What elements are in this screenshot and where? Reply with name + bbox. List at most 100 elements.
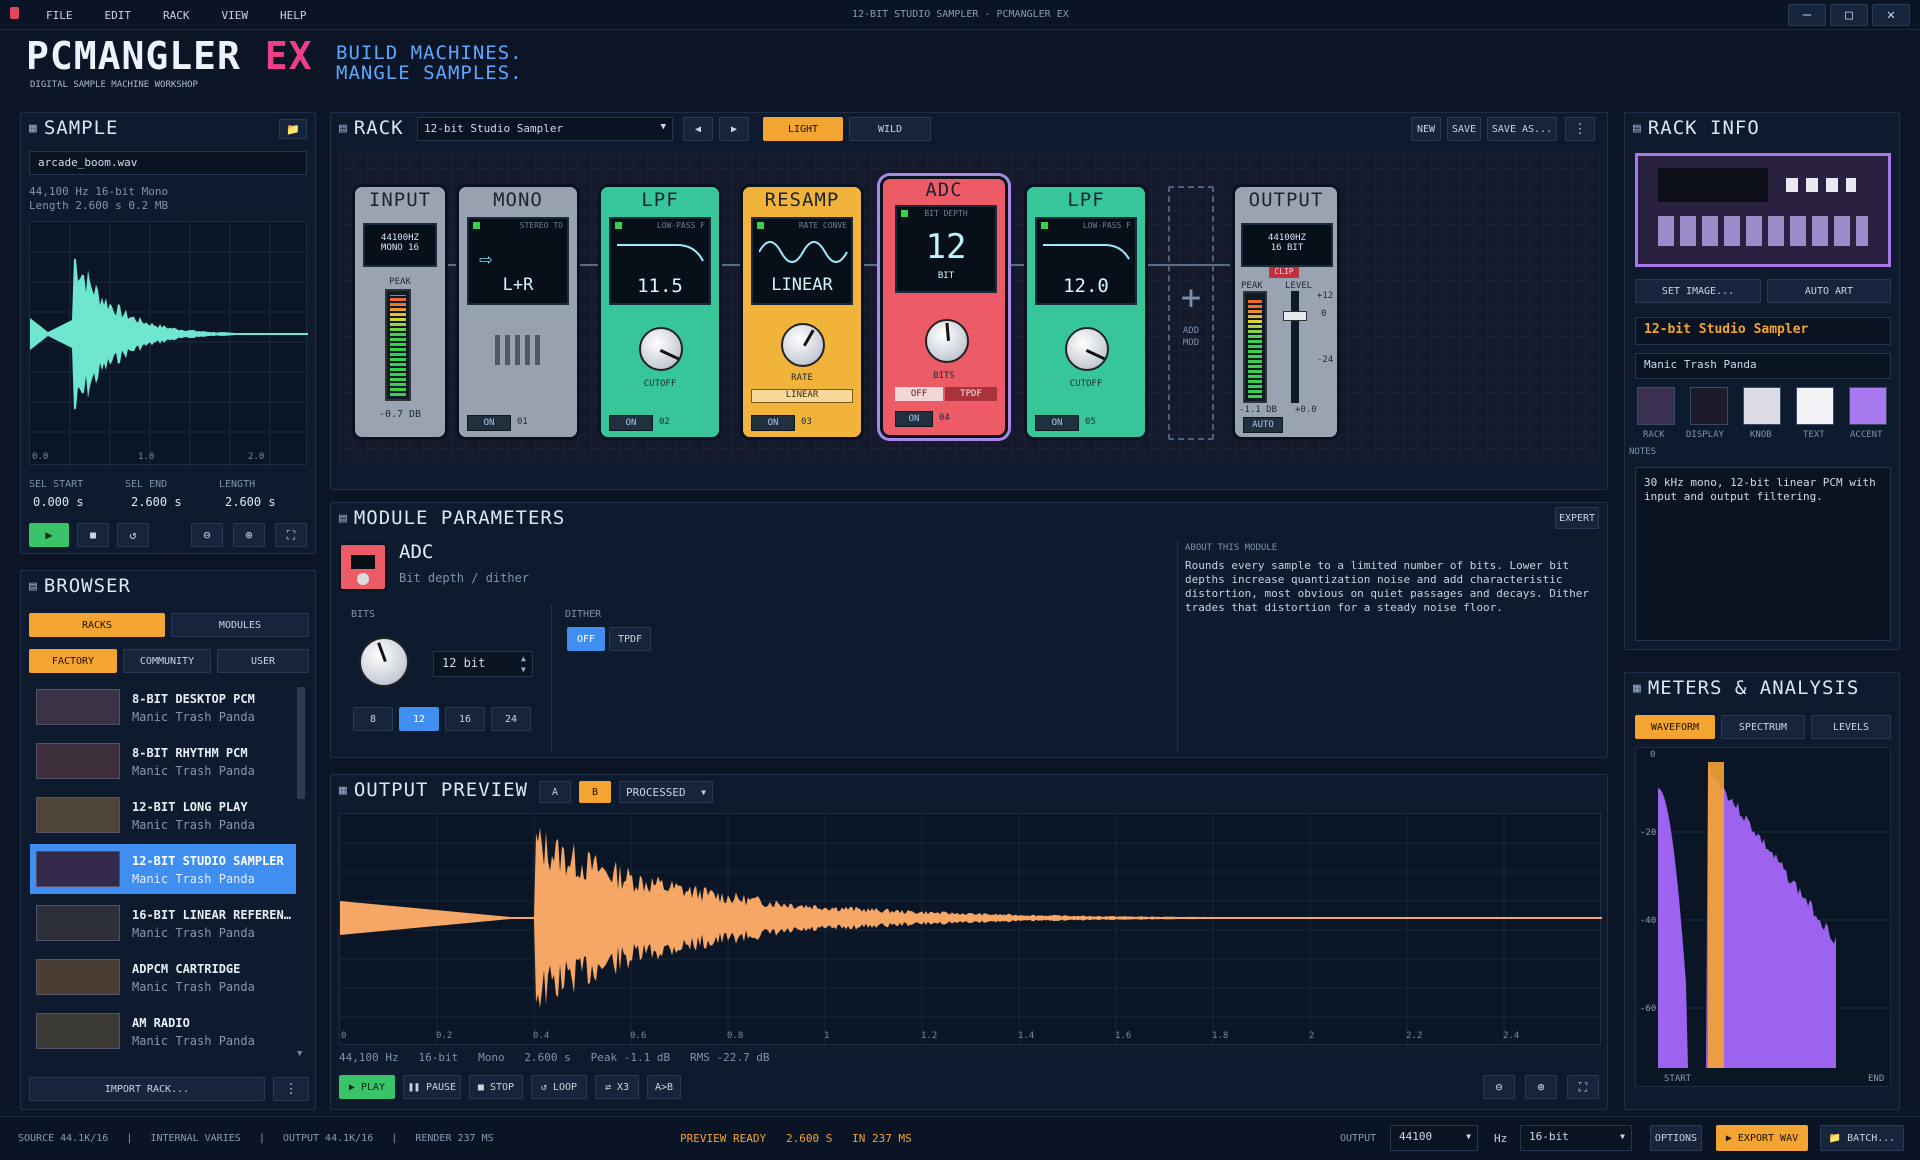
maximize-button[interactable]: □ (1830, 4, 1868, 26)
open-folder-button[interactable]: 📁 (279, 119, 307, 139)
lpf1-cutoff-knob[interactable] (639, 327, 683, 371)
sample-loop-button[interactable]: ↺ (117, 523, 149, 547)
list-item[interactable]: ADPCM CARTRIDGE Manic Trash Panda (30, 952, 296, 1002)
close-button[interactable]: ✕ (1872, 4, 1910, 26)
preview-stop-button[interactable]: ■ STOP (469, 1075, 523, 1099)
output-auto-button[interactable]: AUTO (1243, 417, 1283, 433)
output-module[interactable]: OUTPUT 44100HZ 16 BIT CLIP PEAK LEVEL +12… (1232, 184, 1340, 440)
swatch-text[interactable] (1796, 387, 1834, 425)
rack-more-button[interactable]: ⋮ (1565, 117, 1595, 141)
sel-start-value[interactable]: 0.000 s (33, 495, 84, 509)
zoom-out-icon[interactable]: ⊖ (1483, 1075, 1515, 1099)
rack-art[interactable] (1635, 153, 1891, 267)
add-module-slot[interactable]: + ADD MOD (1168, 186, 1214, 440)
lpf-module-1[interactable]: LPF LOW-PASS F 11.5 CUTOFF ON 02 (598, 184, 722, 440)
filter-factory[interactable]: FACTORY (29, 649, 117, 673)
filter-community[interactable]: COMMUNITY (123, 649, 211, 673)
new-rack-button[interactable]: NEW (1411, 117, 1441, 141)
menu-file[interactable]: FILE (46, 9, 73, 22)
bits-knob[interactable] (359, 637, 409, 687)
light-mode-button[interactable]: LIGHT (763, 117, 843, 141)
dither-tpdf-button[interactable]: TPDF (609, 627, 651, 651)
options-button[interactable]: OPTIONS (1650, 1125, 1702, 1151)
resamp-module[interactable]: RESAMP RATE CONVE LINEAR RATE LINEAR ON … (740, 184, 864, 440)
bits-option-24[interactable]: 24 (491, 707, 531, 731)
zoom-in-icon[interactable]: ⊕ (1525, 1075, 1557, 1099)
sample-rate-select[interactable]: 44100 ▼ (1390, 1125, 1478, 1151)
list-item-selected[interactable]: 12-BIT STUDIO SAMPLER Manic Trash Panda (30, 844, 296, 894)
list-item[interactable]: 16-BIT LINEAR REFEREN… Manic Trash Panda (30, 898, 296, 948)
menu-help[interactable]: HELP (280, 9, 307, 22)
sample-waveform[interactable]: 0.0 1.0 2.0 (29, 221, 308, 466)
bits-option-12[interactable]: 12 (399, 707, 439, 731)
resamp-on-button[interactable]: ON (751, 415, 795, 431)
dither-off-button[interactable]: OFF (567, 627, 605, 651)
save-as-button[interactable]: SAVE AS... (1487, 117, 1557, 141)
batch-button[interactable]: 📁 BATCH... (1820, 1125, 1904, 1151)
rack-author-field[interactable]: Manic Trash Panda (1635, 353, 1891, 379)
tab-spectrum[interactable]: SPECTRUM (1721, 715, 1805, 739)
tab-levels[interactable]: LEVELS (1811, 715, 1891, 739)
swatch-knob[interactable] (1743, 387, 1781, 425)
scrollbar[interactable] (297, 687, 305, 799)
sel-end-value[interactable]: 2.600 s (131, 495, 182, 509)
lpf-module-2[interactable]: LPF LOW-PASS F 12.0 CUTOFF ON 05 (1024, 184, 1148, 440)
adc-bits-knob[interactable] (925, 319, 969, 363)
adc-on-button[interactable]: ON (895, 411, 933, 427)
mono-on-button[interactable]: ON (467, 415, 511, 431)
auto-art-button[interactable]: AUTO ART (1767, 279, 1891, 303)
sample-play-button[interactable]: ▶ (29, 523, 69, 547)
set-image-button[interactable]: SET IMAGE... (1635, 279, 1761, 303)
resamp-mode-select[interactable]: LINEAR (751, 389, 853, 403)
browser-more-button[interactable]: ⋮ (273, 1077, 309, 1101)
adc-module[interactable]: ADC BIT DEPTH 12 BIT BITS OFF TPDF ON 04 (880, 176, 1008, 438)
zoom-out-icon[interactable]: ⊖ (191, 523, 223, 547)
lpf1-on-button[interactable]: ON (609, 415, 653, 431)
preset-select[interactable]: 12-bit Studio Sampler ▼ (417, 117, 673, 141)
scroll-down-icon[interactable]: ▼ (297, 1049, 302, 1059)
menu-rack[interactable]: RACK (163, 9, 190, 22)
preview-mode-select[interactable]: PROCESSED ▼ (619, 781, 713, 803)
lpf2-on-button[interactable]: ON (1035, 415, 1079, 431)
zoom-in-icon[interactable]: ⊕ (233, 523, 265, 547)
tab-waveform[interactable]: WAVEFORM (1635, 715, 1715, 739)
fit-icon[interactable]: ⛶ (1567, 1075, 1599, 1099)
export-wav-button[interactable]: ▶ EXPORT WAV (1716, 1125, 1808, 1151)
list-item[interactable]: 12-BIT LONG PLAY Manic Trash Panda (30, 790, 296, 840)
sample-stop-button[interactable]: ■ (77, 523, 109, 547)
prev-preset-button[interactable]: ◀ (683, 117, 713, 141)
preview-pause-button[interactable]: ❚❚ PAUSE (403, 1075, 461, 1099)
slider-handle[interactable] (1283, 311, 1307, 321)
menu-edit[interactable]: EDIT (105, 9, 132, 22)
tab-racks[interactable]: RACKS (29, 613, 165, 637)
sample-filename[interactable]: arcade_boom.wav (29, 151, 307, 175)
swatch-rack[interactable] (1637, 387, 1675, 425)
input-module[interactable]: INPUT 44100HZ MONO 16 PEAK -0.7 DB (352, 184, 448, 440)
bits-option-16[interactable]: 16 (445, 707, 485, 731)
output-waveform[interactable] (339, 813, 1602, 1046)
notes-field[interactable]: 30 kHz mono, 12-bit linear PCM with inpu… (1635, 467, 1891, 641)
preview-loop-button[interactable]: ↺ LOOP (531, 1075, 587, 1099)
list-item[interactable]: AM RADIO Manic Trash Panda (30, 1006, 296, 1056)
compare-b-button[interactable]: B (579, 781, 611, 803)
tab-modules[interactable]: MODULES (171, 613, 309, 637)
adc-dither-off[interactable]: OFF (895, 387, 943, 401)
preview-ab-button[interactable]: A>B (647, 1075, 681, 1099)
list-item[interactable]: 8-BIT RHYTHM PCM Manic Trash Panda (30, 736, 296, 786)
expert-button[interactable]: EXPERT (1555, 507, 1599, 529)
lpf2-cutoff-knob[interactable] (1065, 327, 1109, 371)
bit-depth-select[interactable]: 16-bit ▼ (1520, 1125, 1632, 1151)
minimize-button[interactable]: — (1788, 4, 1826, 26)
rack-name-field[interactable]: 12-bit Studio Sampler (1635, 317, 1891, 345)
swatch-display[interactable] (1690, 387, 1728, 425)
output-level-slider[interactable] (1291, 291, 1299, 403)
adc-dither-tpdf[interactable]: TPDF (945, 387, 997, 401)
mono-module[interactable]: MONO STEREO TO ⇨ L+R ON 01 (456, 184, 580, 440)
preview-play-button[interactable]: ▶ PLAY (339, 1075, 395, 1099)
swatch-accent[interactable] (1849, 387, 1887, 425)
preview-x3-button[interactable]: ⇄ X3 (595, 1075, 639, 1099)
import-rack-button[interactable]: IMPORT RACK... (29, 1077, 265, 1101)
filter-user[interactable]: USER (217, 649, 309, 673)
next-preset-button[interactable]: ▶ (719, 117, 749, 141)
bits-stepper[interactable]: ▲ ▼ (521, 653, 526, 675)
